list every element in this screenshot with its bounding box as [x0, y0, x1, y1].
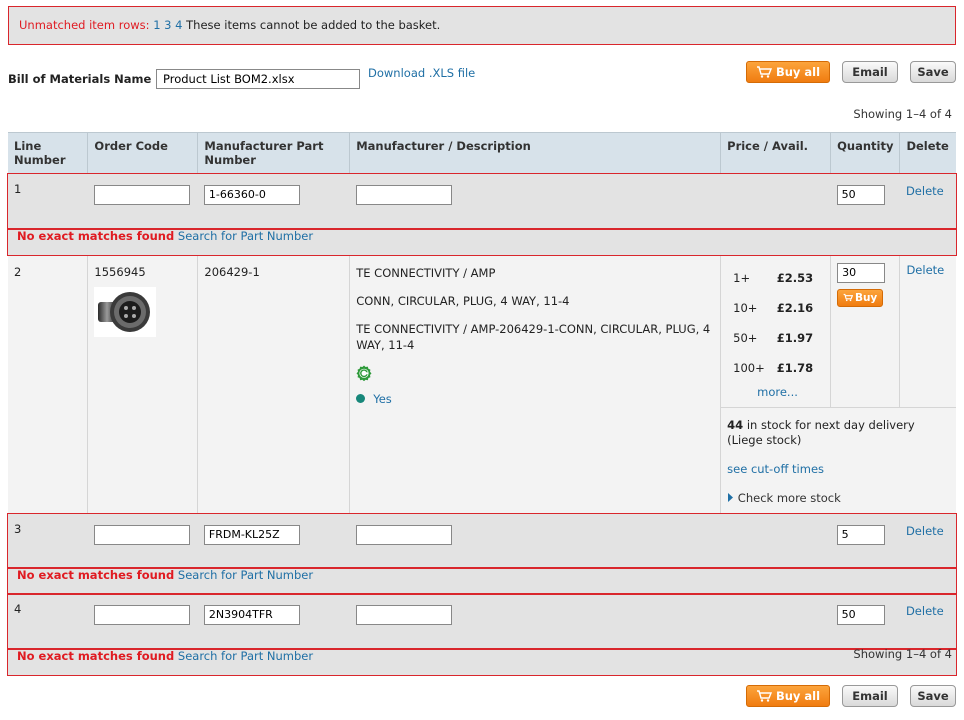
mpn-input[interactable] [203, 604, 300, 625]
table-row: 2 1556945 206429-1 TE CONNECTIVITY / AMP… [8, 254, 956, 514]
line-number: 1 [8, 173, 88, 229]
price-break-qty: 10+ [733, 300, 758, 315]
price-break-value: £1.97 [776, 330, 814, 345]
cutoff-times-link[interactable]: see cut-off times [727, 462, 824, 476]
price-break-value: £2.16 [776, 300, 814, 315]
price-break-value: £1.78 [776, 360, 814, 375]
quantity-input[interactable] [836, 524, 885, 545]
price-break-qty: 50+ [733, 330, 758, 345]
header-price: Price / Avail. [720, 132, 832, 174]
description-input[interactable] [355, 184, 452, 205]
alert-message: These items cannot be added to the baske… [186, 18, 441, 32]
product-image[interactable] [94, 286, 157, 337]
mpn-input[interactable] [203, 524, 300, 545]
quantity-input[interactable] [836, 604, 885, 625]
delete-link[interactable]: Delete [906, 263, 944, 277]
save-button-bottom[interactable]: Save [910, 685, 956, 707]
no-match-label: No exact matches found [17, 567, 175, 582]
buy-all-button-top[interactable]: Buy all [746, 61, 830, 83]
table-row-status: No exact matches found Search for Part N… [7, 227, 957, 256]
search-part-link[interactable]: Search for Part Number [178, 229, 313, 243]
price-break-value: £2.53 [776, 270, 814, 285]
table-row: 4 Delete [7, 592, 957, 650]
buy-all-label: Buy all [775, 689, 821, 703]
buy-label: Buy [854, 291, 878, 304]
download-xls-link[interactable]: Download .XLS file [368, 66, 475, 80]
no-match-label: No exact matches found [17, 648, 175, 663]
line-number: 3 [8, 513, 88, 568]
bom-name-label: Bill of Materials Name [8, 72, 152, 86]
search-part-link[interactable]: Search for Part Number [178, 568, 313, 582]
order-code-input[interactable] [93, 604, 190, 625]
header-line-number: Line Number [8, 132, 89, 174]
order-code-input[interactable] [93, 524, 190, 545]
header-delete: Delete [899, 132, 956, 174]
buy-all-button-bottom[interactable]: Buy all [746, 685, 830, 707]
description-full: TE CONNECTIVITY / AMP-206429-1-CONN, CIR… [356, 321, 711, 352]
delete-link[interactable]: Delete [906, 524, 944, 538]
table-row-status: No exact matches found Search for Part N… [7, 566, 957, 595]
mpn-input[interactable] [203, 184, 300, 205]
price-break-qty: 100+ [733, 360, 765, 375]
alert-prefix: Unmatched item rows: [19, 18, 150, 32]
cart-icon [756, 66, 772, 78]
manufacturer: TE CONNECTIVITY / AMP [356, 265, 496, 280]
header-description: Manufacturer / Description [349, 132, 722, 174]
unmatched-row-link-4[interactable]: 4 [175, 18, 182, 32]
quantity-input[interactable] [837, 262, 886, 283]
unmatched-row-link-3[interactable]: 3 [164, 18, 171, 32]
showing-count-top: Showing 1–4 of 4 [853, 107, 952, 121]
cart-icon [843, 293, 853, 302]
description-input[interactable] [355, 604, 452, 625]
delete-link[interactable]: Delete [906, 184, 944, 198]
buy-all-label: Buy all [775, 65, 821, 79]
line-number: 4 [8, 593, 88, 649]
order-code: 1556945 [94, 264, 146, 279]
stock-count: 44 [727, 417, 744, 432]
save-button-top[interactable]: Save [910, 61, 956, 83]
description-input[interactable] [355, 524, 452, 545]
status-dot-icon [356, 393, 366, 403]
order-code-input[interactable] [93, 184, 190, 205]
unmatched-alert: Unmatched item rows: 1 3 4 These items c… [8, 6, 956, 45]
connector-image [98, 291, 151, 332]
unmatched-row-link-1[interactable]: 1 [153, 18, 160, 32]
bom-name-input[interactable] [156, 69, 360, 89]
rohs-icon [356, 365, 372, 381]
quantity-input[interactable] [836, 184, 885, 205]
table-row-status: No exact matches found Search for Part N… [7, 647, 957, 676]
table-row: 1 Delete [7, 172, 957, 230]
bom-table: Line Number Order Code Manufacturer Part… [7, 132, 957, 676]
rohs-status: Yes [356, 391, 714, 407]
triangle-right-icon [728, 492, 734, 502]
mpn-value: 206429-1 [197, 254, 351, 514]
table-header-row: Line Number Order Code Manufacturer Part… [8, 132, 956, 174]
rohs-yes-label: Yes [373, 391, 392, 406]
showing-count-bottom: Showing 1–4 of 4 [853, 647, 952, 661]
email-button-bottom[interactable]: Email [842, 685, 898, 707]
check-more-stock-link[interactable]: Check more stock [738, 491, 841, 505]
line-number: 2 [8, 254, 89, 514]
email-button-top[interactable]: Email [842, 61, 898, 83]
description-short: CONN, CIRCULAR, PLUG, 4 WAY, 11-4 [356, 293, 570, 308]
header-mpn: Manufacturer Part Number [197, 132, 351, 174]
price-breaks: 1+ £2.53 10+ £2.16 50+ £1.97 100+ £1.78 [727, 263, 819, 383]
price-break-qty: 1+ [733, 270, 751, 285]
no-match-label: No exact matches found [17, 228, 175, 243]
search-part-link[interactable]: Search for Part Number [178, 649, 313, 663]
delete-link[interactable]: Delete [906, 604, 944, 618]
header-quantity: Quantity [830, 132, 901, 174]
stock-info: 44 in stock for next day delivery (Liege… [727, 418, 950, 448]
table-row: 3 Delete [7, 512, 957, 569]
more-prices-link[interactable]: more... [757, 385, 798, 399]
stock-text: in stock for next day delivery (Liege st… [727, 417, 915, 447]
cart-icon [756, 690, 772, 702]
buy-button[interactable]: Buy [837, 288, 884, 307]
header-order-code: Order Code [87, 132, 199, 174]
